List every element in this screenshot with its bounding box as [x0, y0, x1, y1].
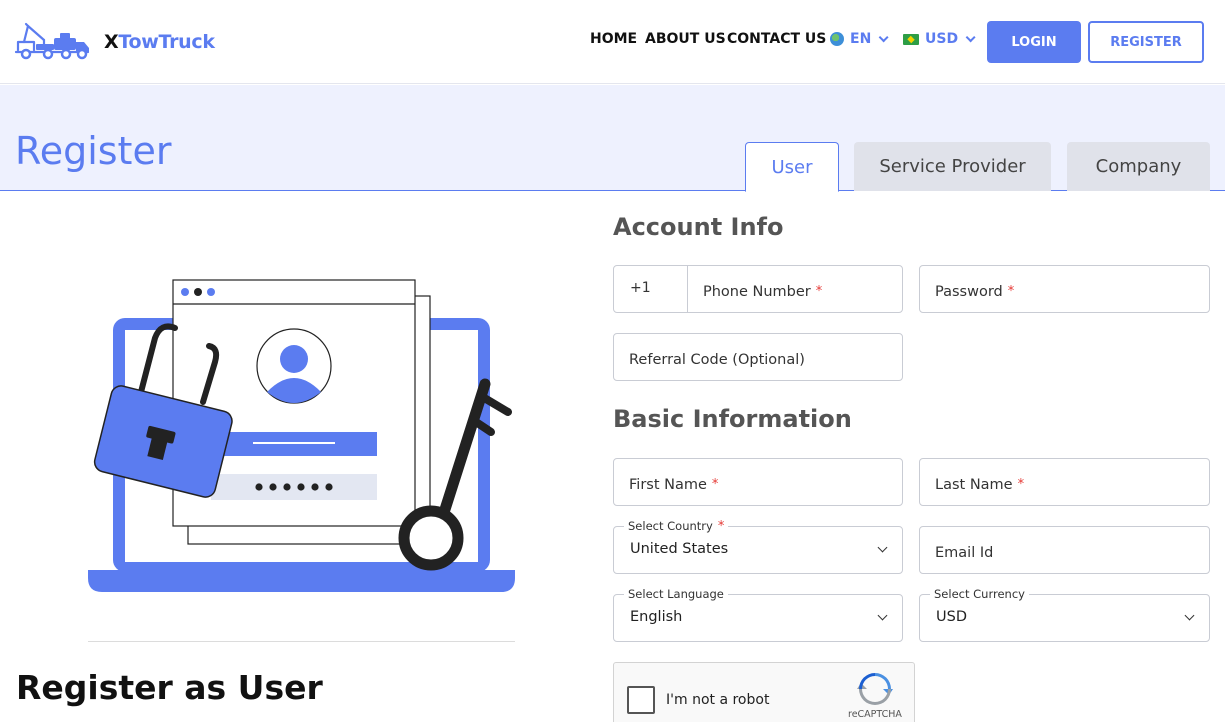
nav-contact-us[interactable]: CONTACT US [727, 31, 826, 47]
recaptcha-brand: reCAPTCHA [848, 709, 902, 720]
site-header: XTowTruck HOME ABOUT US CONTACT US EN US… [0, 0, 1225, 84]
last-name-field[interactable]: Last Name * [919, 458, 1210, 506]
required-mark: * [815, 284, 823, 299]
password-label: Password * [935, 284, 1014, 300]
recaptcha-label: I'm not a robot [666, 692, 770, 708]
language-select-value: English [630, 609, 683, 625]
first-name-field[interactable]: First Name * [613, 458, 903, 506]
country-code-value: +1 [630, 280, 651, 296]
required-mark: * [1017, 477, 1025, 492]
basic-information-title: Basic Information [613, 405, 852, 433]
currency-select[interactable]: Select Currency USD [919, 587, 1210, 642]
chevron-down-icon [965, 31, 976, 42]
logo-text: XTowTruck [104, 31, 215, 53]
site-logo[interactable]: XTowTruck [14, 22, 215, 60]
phone-number-label-text: Phone Number [703, 284, 811, 300]
currency-value: USD [925, 31, 959, 47]
language-value: EN [850, 31, 872, 47]
tab-company[interactable]: Company [1067, 142, 1210, 191]
login-button[interactable]: LOGIN [987, 21, 1081, 63]
tab-service-provider[interactable]: Service Provider [854, 142, 1051, 191]
recaptcha-checkbox[interactable] [627, 686, 655, 714]
referral-code-field[interactable]: Referral Code (Optional) [613, 333, 903, 381]
section-divider [88, 641, 515, 642]
flag-icon [903, 33, 919, 45]
nav-home[interactable]: HOME [590, 31, 637, 47]
chevron-down-icon [878, 31, 889, 42]
nav-about-us[interactable]: ABOUT US [645, 31, 726, 47]
country-code-prefix[interactable]: +1 [614, 266, 688, 312]
last-name-label: Last Name * [935, 477, 1024, 493]
email-label: Email Id [935, 545, 994, 561]
tab-user[interactable]: User [745, 142, 839, 192]
globe-icon [830, 32, 844, 46]
currency-selector[interactable]: USD [903, 31, 976, 47]
login-illustration [88, 279, 515, 592]
password-field[interactable]: Password * [919, 265, 1210, 313]
required-mark: * [1007, 284, 1015, 299]
chevron-down-icon [877, 542, 888, 553]
recaptcha-widget: I'm not a robot reCAPTCHA [613, 662, 915, 722]
country-select-value: United States [630, 541, 729, 557]
required-mark: * [717, 519, 725, 534]
first-name-label: First Name * [629, 477, 718, 493]
logo-text-x: X [104, 31, 119, 53]
required-mark: * [711, 477, 719, 492]
account-info-title: Account Info [613, 213, 784, 241]
currency-select-label: Select Currency [930, 587, 1029, 601]
first-name-label-text: First Name [629, 477, 707, 493]
country-select-label: Select Country * [624, 519, 729, 534]
password-label-text: Password [935, 284, 1003, 300]
last-name-label-text: Last Name [935, 477, 1013, 493]
country-select-label-text: Select Country [628, 519, 713, 533]
language-select-label: Select Language [624, 587, 728, 601]
chevron-down-icon [877, 610, 888, 621]
referral-code-label: Referral Code (Optional) [629, 352, 805, 368]
register-button[interactable]: REGISTER [1088, 21, 1204, 63]
chevron-down-icon [1184, 610, 1195, 621]
email-field[interactable]: Email Id [919, 526, 1210, 574]
currency-select-value: USD [936, 609, 967, 625]
register-as-user-heading: Register as User [16, 668, 323, 707]
recaptcha-icon [857, 673, 893, 705]
country-select[interactable]: Select Country * United States [613, 519, 903, 574]
page-title: Register [15, 129, 172, 173]
tow-truck-icon [14, 22, 90, 60]
language-selector[interactable]: EN [830, 31, 889, 47]
page-banner: Register User Service Provider Company [0, 85, 1225, 192]
phone-number-field[interactable]: +1 Phone Number * [613, 265, 903, 313]
phone-number-label: Phone Number * [703, 284, 822, 300]
language-select[interactable]: Select Language English [613, 587, 903, 642]
logo-text-rest: TowTruck [118, 31, 215, 53]
